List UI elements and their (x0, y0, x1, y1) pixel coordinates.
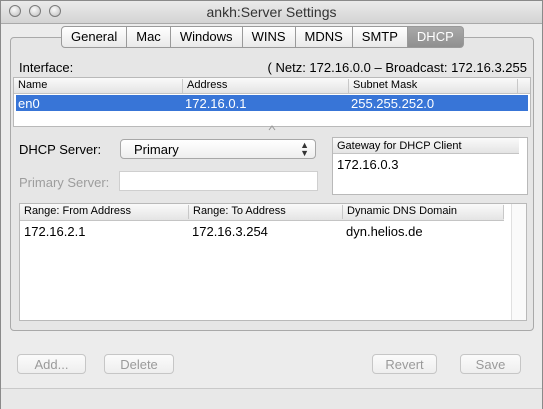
gateway-table[interactable]: Gateway for DHCP Client 172.16.0.3 (332, 137, 528, 195)
range-table-scrollbar[interactable] (511, 204, 526, 320)
column-header-name[interactable]: Name (14, 79, 183, 93)
column-header-subnet-mask[interactable]: Subnet Mask (349, 79, 518, 93)
tab-dhcp[interactable]: DHCP (407, 26, 464, 48)
interface-table-header: Name Address Subnet Mask (14, 78, 530, 94)
tab-wins[interactable]: WINS (242, 26, 296, 48)
updown-arrows-icon: ▲ ▼ (300, 140, 309, 158)
interface-name-cell: en0 (18, 96, 40, 111)
tab-smtp[interactable]: SMTP (352, 26, 408, 48)
column-header-address[interactable]: Address (183, 79, 349, 93)
dhcp-server-select[interactable]: Primary ▲ ▼ (120, 139, 316, 159)
dhcp-server-value: Primary (134, 142, 179, 157)
gateway-value[interactable]: 172.16.0.3 (337, 157, 398, 172)
column-header-dns-domain[interactable]: Dynamic DNS Domain (343, 205, 504, 219)
gateway-table-header: Gateway for DHCP Client (333, 138, 519, 154)
range-table[interactable]: Range: From Address Range: To Address Dy… (19, 203, 527, 321)
range-from-cell[interactable]: 172.16.2.1 (24, 224, 85, 239)
tab-windows[interactable]: Windows (170, 26, 243, 48)
tab-mac[interactable]: Mac (127, 26, 171, 48)
split-pane-handle-icon[interactable] (268, 125, 276, 131)
status-bar (1, 388, 542, 409)
network-info: ( Netz: 172.16.0.0 – Broadcast: 172.16.3… (267, 60, 527, 75)
range-table-header: Range: From Address Range: To Address Dy… (20, 204, 504, 221)
tab-mdns[interactable]: MDNS (295, 26, 353, 48)
interface-subnet-cell: 255.255.252.0 (351, 96, 435, 111)
revert-button[interactable]: Revert (372, 354, 437, 374)
tab-general[interactable]: General (61, 26, 128, 48)
primary-server-field[interactable] (119, 171, 318, 191)
title-bar: ankh:Server Settings (1, 1, 542, 24)
tab-bar: General Mac Windows WINS MDNS SMTP DHCP (61, 26, 464, 48)
add-button[interactable]: Add... (17, 354, 86, 374)
settings-window: ankh:Server Settings General Mac Windows… (0, 0, 543, 409)
range-domain-cell[interactable]: dyn.helios.de (346, 224, 423, 239)
interface-bar: Interface: ( Netz: 172.16.0.0 – Broadcas… (13, 60, 529, 76)
column-header-to-address[interactable]: Range: To Address (189, 205, 343, 219)
delete-button[interactable]: Delete (104, 354, 174, 374)
table-row[interactable]: en0 172.16.0.1 255.255.252.0 (16, 95, 528, 111)
interface-table[interactable]: Name Address Subnet Mask en0 172.16.0.1 … (13, 77, 531, 127)
interface-label: Interface: (19, 60, 74, 75)
dhcp-server-label: DHCP Server: (19, 142, 102, 157)
range-to-cell[interactable]: 172.16.3.254 (192, 224, 268, 239)
save-button[interactable]: Save (460, 354, 521, 374)
window-title: ankh:Server Settings (206, 4, 337, 20)
primary-server-label: Primary Server: (19, 175, 110, 190)
column-header-from-address[interactable]: Range: From Address (20, 205, 189, 219)
interface-address-cell: 172.16.0.1 (185, 96, 247, 111)
